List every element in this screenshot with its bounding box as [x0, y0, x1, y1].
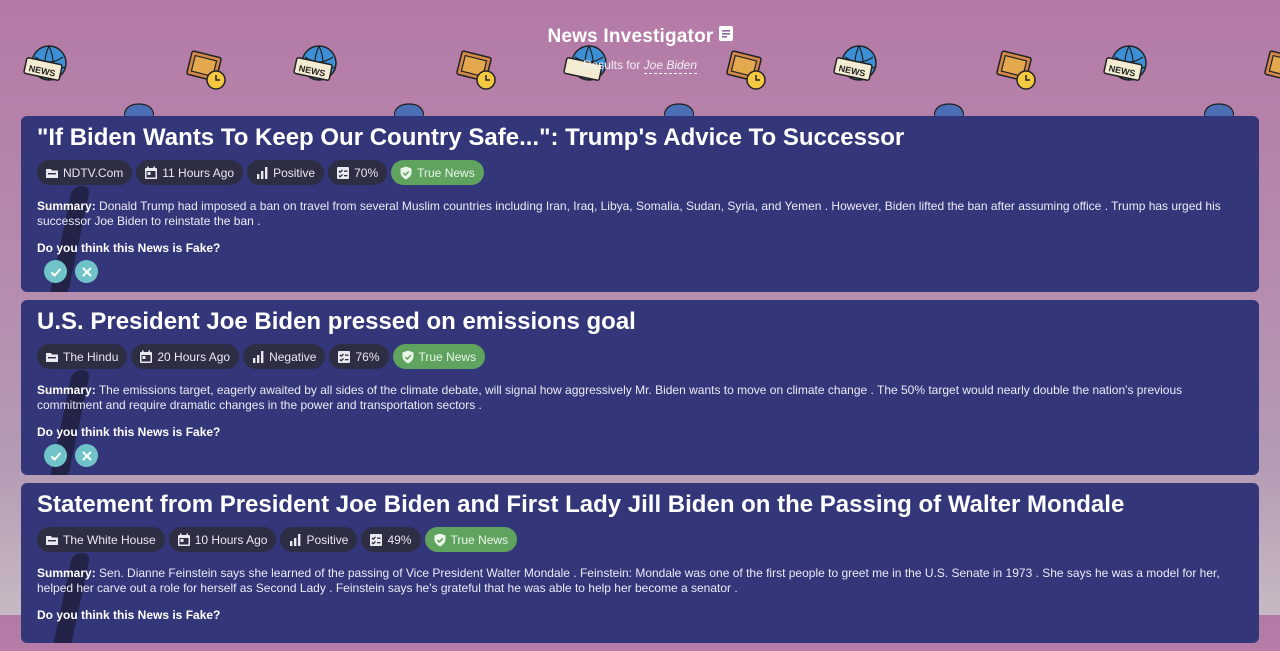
- source-chip: The Hindu: [37, 344, 128, 369]
- fake-question: Do you think this News is Fake?: [37, 608, 221, 622]
- source-icon: [46, 535, 58, 545]
- shield-check-icon: [434, 533, 445, 546]
- calendar-icon: [145, 166, 158, 179]
- score-chip: 70%: [328, 160, 388, 185]
- news-card: Statement from President Joe Biden and F…: [21, 483, 1259, 643]
- news-summary: Summary: Sen. Dianne Feinstein says she …: [37, 566, 1243, 596]
- source-chip: NDTV.Com: [37, 160, 133, 185]
- vote-buttons: [44, 444, 1243, 467]
- search-query-link[interactable]: Joe Biden: [643, 58, 698, 74]
- sentiment-value: Negative: [269, 349, 317, 364]
- source-name: The Hindu: [63, 349, 119, 364]
- checklist-icon: [338, 350, 351, 363]
- verdict-label: True News: [450, 532, 509, 547]
- page-header: News Investigator Results for Joe Biden: [0, 26, 1280, 74]
- summary-label: Summary:: [37, 383, 96, 397]
- results-subtitle: Results for Joe Biden: [0, 58, 1280, 74]
- time-chip: 11 Hours Ago: [136, 160, 244, 185]
- news-title[interactable]: Statement from President Joe Biden and F…: [37, 491, 1243, 519]
- vote-no-button[interactable]: [75, 444, 98, 467]
- verdict-chip: True News: [392, 344, 486, 369]
- source-icon: [46, 168, 58, 178]
- news-title[interactable]: "If Biden Wants To Keep Our Country Safe…: [37, 124, 1243, 152]
- calendar-icon: [177, 533, 190, 546]
- checklist-icon: [370, 533, 383, 546]
- news-meta-chips: The White House 10 Hours Ago Positive 49…: [37, 527, 1243, 552]
- summary-text: The emissions target, eagerly awaited by…: [37, 383, 1183, 412]
- sentiment-chip: Positive: [247, 160, 325, 185]
- document-icon: [718, 26, 733, 41]
- news-summary: Summary: Donald Trump had imposed a ban …: [37, 199, 1243, 229]
- source-icon: [46, 352, 58, 362]
- sentiment-value: Positive: [306, 532, 349, 547]
- bar-chart-icon: [290, 533, 301, 546]
- news-card: "If Biden Wants To Keep Our Country Safe…: [21, 116, 1259, 292]
- fake-question: Do you think this News is Fake?: [37, 241, 221, 255]
- vote-no-button[interactable]: [75, 260, 98, 283]
- source-name: NDTV.Com: [63, 165, 124, 180]
- summary-label: Summary:: [37, 199, 96, 213]
- news-summary: Summary: The emissions target, eagerly a…: [37, 383, 1243, 413]
- bar-chart-icon: [253, 350, 264, 363]
- fake-question: Do you think this News is Fake?: [37, 425, 221, 439]
- published-time: 20 Hours Ago: [157, 349, 231, 364]
- verdict-label: True News: [417, 165, 475, 180]
- close-icon: [81, 266, 92, 277]
- summary-text: Donald Trump had imposed a ban on travel…: [37, 199, 1221, 228]
- check-icon: [50, 267, 61, 277]
- check-icon: [50, 451, 61, 461]
- score-chip: 49%: [361, 527, 421, 552]
- vote-buttons: [44, 260, 1243, 283]
- sentiment-value: Positive: [273, 165, 316, 180]
- close-icon: [81, 450, 92, 461]
- published-time: 10 Hours Ago: [194, 532, 268, 547]
- score-value: 76%: [355, 349, 380, 364]
- app-title-row: News Investigator: [547, 26, 733, 48]
- calendar-icon: [140, 350, 153, 363]
- source-chip: The White House: [37, 527, 165, 552]
- sentiment-chip: Positive: [280, 527, 358, 552]
- shield-check-icon: [400, 166, 412, 179]
- published-time: 11 Hours Ago: [162, 165, 235, 180]
- time-chip: 10 Hours Ago: [168, 527, 277, 552]
- score-value: 70%: [354, 165, 379, 180]
- sentiment-chip: Negative: [243, 344, 326, 369]
- shield-check-icon: [402, 350, 413, 363]
- news-card: U.S. President Joe Biden pressed on emis…: [21, 300, 1259, 475]
- vote-yes-button[interactable]: [44, 444, 67, 467]
- verdict-chip: True News: [391, 160, 484, 185]
- news-meta-chips: NDTV.Com 11 Hours Ago Positive 70% True …: [37, 160, 1243, 185]
- vote-yes-button[interactable]: [44, 260, 67, 283]
- news-meta-chips: The Hindu 20 Hours Ago Negative 76% True…: [37, 344, 1243, 369]
- news-title[interactable]: U.S. President Joe Biden pressed on emis…: [37, 308, 1243, 336]
- score-value: 49%: [387, 532, 412, 547]
- summary-text: Sen. Dianne Feinstein says she learned o…: [37, 566, 1220, 595]
- bar-chart-icon: [257, 166, 268, 179]
- time-chip: 20 Hours Ago: [131, 344, 240, 369]
- score-chip: 76%: [329, 344, 389, 369]
- source-name: The White House: [63, 532, 156, 547]
- news-results-list: "If Biden Wants To Keep Our Country Safe…: [21, 116, 1259, 651]
- summary-label: Summary:: [37, 566, 96, 580]
- app-title: News Investigator: [547, 26, 714, 47]
- verdict-label: True News: [418, 349, 477, 364]
- checklist-icon: [337, 166, 350, 179]
- results-prefix: Results for: [582, 58, 641, 72]
- verdict-chip: True News: [424, 527, 518, 552]
